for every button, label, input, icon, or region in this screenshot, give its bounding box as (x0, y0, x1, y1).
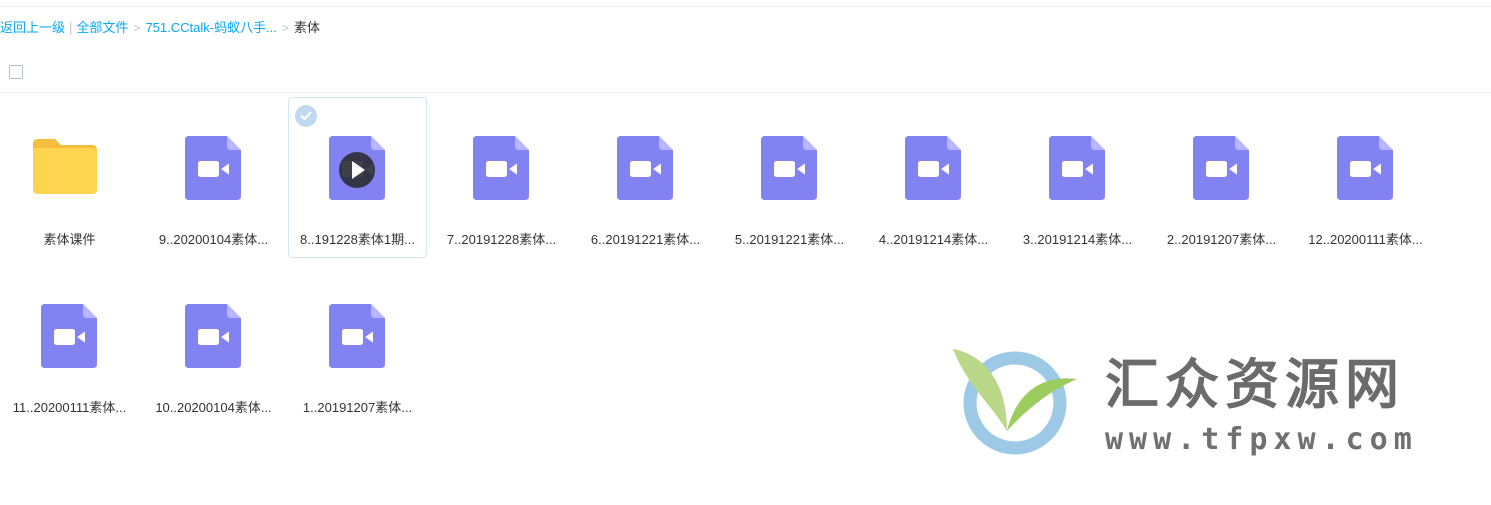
file-name: 1..20191207素体... (302, 400, 413, 415)
current-folder: 素体 (293, 20, 320, 35)
file-item[interactable]: 7..20191228素体... (432, 97, 571, 258)
watermark-url: www.tfpxw.com (1105, 422, 1418, 457)
breadcrumb-separator: > (281, 21, 289, 35)
file-name: 3..20191214素体... (1022, 232, 1133, 247)
video-file-icon (1049, 136, 1105, 200)
video-file-icon (185, 136, 241, 200)
video-file-icon (905, 136, 961, 200)
file-name: 6..20191221素体... (590, 232, 701, 247)
file-name: 10..20200104素体... (155, 400, 272, 415)
file-name: 11..20200111素体... (12, 400, 127, 415)
folder-item[interactable]: 素体课件 (0, 97, 139, 258)
watermark: 汇众资源网 www.tfpxw.com (945, 345, 1455, 465)
video-file-icon (329, 304, 385, 368)
file-item[interactable]: 10..20200104素体... (144, 265, 283, 426)
all-files-link[interactable]: 全部文件 (76, 20, 128, 35)
file-name: 2..20191207素体... (1166, 232, 1277, 247)
video-file-icon (473, 136, 529, 200)
file-name: 7..20191228素体... (446, 232, 557, 247)
selected-check-icon[interactable] (295, 105, 317, 127)
file-item[interactable]: 6..20191221素体... (576, 97, 715, 258)
file-item[interactable]: 1..20191207素体... (288, 265, 427, 426)
file-item[interactable]: 11..20200111素体... (0, 265, 139, 426)
video-file-icon (1337, 136, 1393, 200)
breadcrumb: 返回上一级 | 全部文件 >751.CCtalk-蚂蚁八手... > 素体 (0, 19, 320, 37)
video-file-icon (1193, 136, 1249, 200)
video-file-icon (617, 136, 673, 200)
file-item[interactable]: 8..191228素体1期... (288, 97, 427, 258)
file-item[interactable]: 5..20191221素体... (720, 97, 859, 258)
file-item[interactable]: 2..20191207素体... (1152, 97, 1291, 258)
file-name: 12..20200111素体... (1308, 232, 1423, 247)
breadcrumb-separator: > (133, 21, 141, 35)
video-file-icon (41, 304, 97, 368)
video-file-icon (329, 136, 385, 200)
toolbar-divider (0, 92, 1491, 93)
file-name: 9..20200104素体... (158, 232, 269, 247)
top-divider (0, 6, 1491, 7)
watermark-logo-icon (953, 349, 1077, 455)
video-file-icon (761, 136, 817, 200)
file-name: 8..191228素体1期... (300, 232, 415, 247)
breadcrumb-divider: | (69, 20, 73, 35)
file-name: 4..20191214素体... (878, 232, 989, 247)
video-file-icon (185, 304, 241, 368)
file-item[interactable]: 9..20200104素体... (144, 97, 283, 258)
file-name: 5..20191221素体... (734, 232, 845, 247)
file-item[interactable]: 4..20191214素体... (864, 97, 1003, 258)
folder-icon (33, 138, 97, 194)
file-item[interactable]: 12..20200111素体... (1296, 97, 1435, 258)
parent-folder-link[interactable]: 751.CCtalk-蚂蚁八手... (145, 20, 276, 35)
file-name: 素体课件 (43, 232, 96, 247)
watermark-text: 汇众资源网 (1105, 353, 1405, 416)
select-all-checkbox[interactable] (9, 65, 23, 79)
back-link[interactable]: 返回上一级 (0, 20, 65, 35)
file-item[interactable]: 3..20191214素体... (1008, 97, 1147, 258)
